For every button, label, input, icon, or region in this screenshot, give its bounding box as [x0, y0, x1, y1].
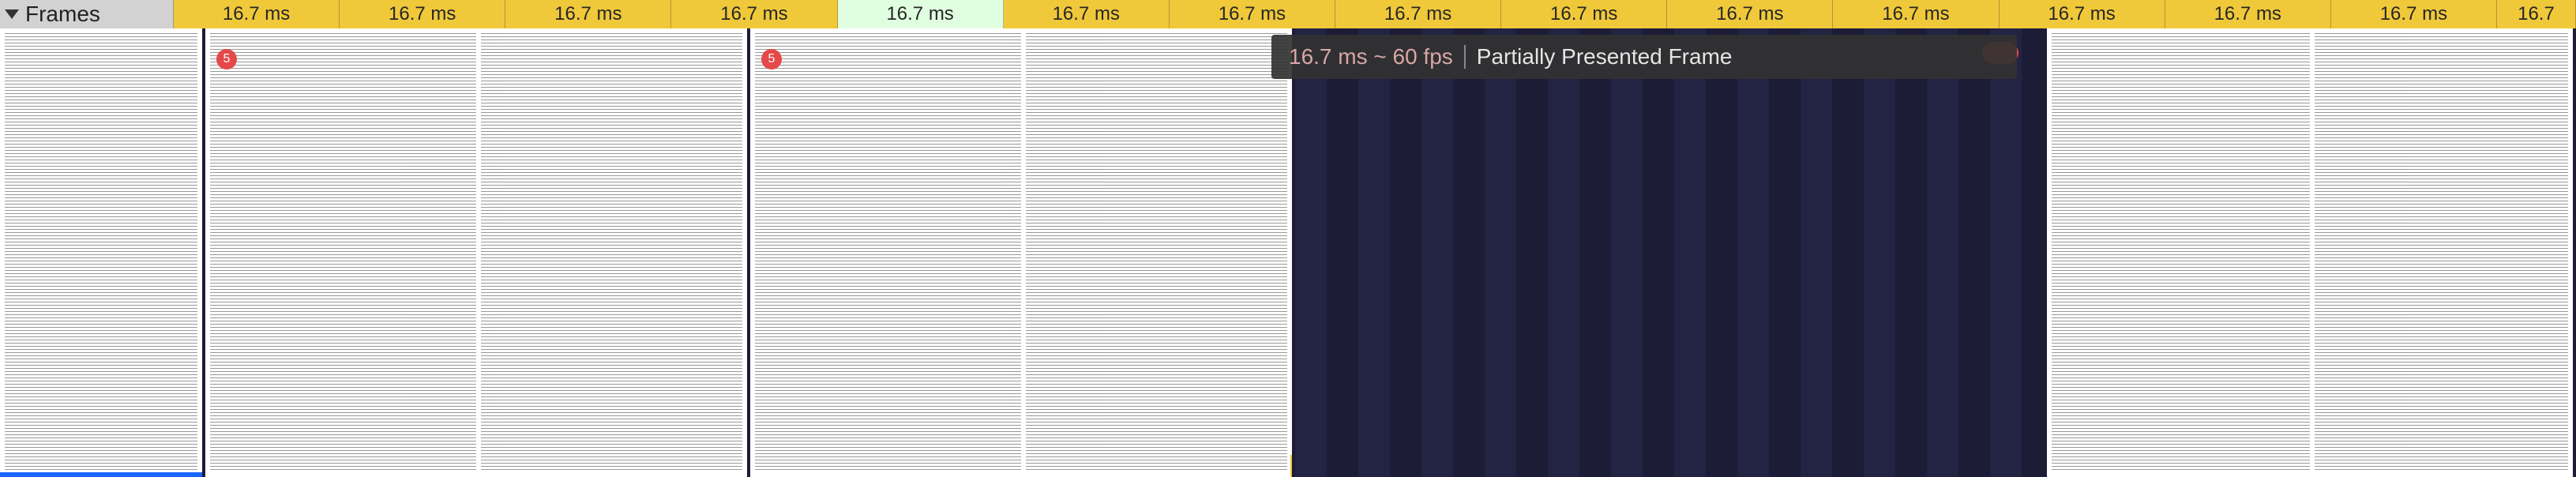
frame-timing: 16.7 ms — [886, 3, 953, 25]
loading-bar — [0, 472, 202, 477]
collapse-triangle-icon[interactable] — [5, 9, 19, 19]
frames-row-title: Frames — [25, 0, 100, 28]
frames-row[interactable]: Frames 16.7 ms 16.7 ms 16.7 ms 16.7 ms 1… — [0, 0, 2576, 28]
frame-timing: 16.7 ms — [1550, 3, 1617, 25]
frame-cell[interactable]: 16.7 ms — [505, 0, 671, 28]
frame-timing: 16.7 ms — [1384, 3, 1451, 25]
frame-timing: 16.7 ms — [1716, 3, 1783, 25]
marker-badge-icon: 5 — [761, 49, 782, 69]
screenshot-thumbnail[interactable] — [0, 28, 205, 477]
frame-cell[interactable]: 16.7 — [2497, 0, 2576, 28]
frame-timing: 16.7 ms — [1053, 3, 1120, 25]
page-text-preview — [210, 33, 742, 472]
screenshot-thumbnail[interactable]: 5 — [205, 28, 750, 477]
frame-timing: 16.7 ms — [1882, 3, 1949, 25]
frame-tooltip: 16.7 ms ~ 60 fps Partially Presented Fra… — [1271, 35, 2017, 79]
frame-cell[interactable]: 16.7 ms — [2165, 0, 2331, 28]
tooltip-timing: 16.7 ms ~ 60 fps — [1289, 44, 1453, 69]
frame-cell[interactable]: 16.7 ms — [1170, 0, 1335, 28]
frame-cell[interactable]: 16.7 ms — [2331, 0, 2497, 28]
frame-timing: 16.7 — [2518, 3, 2555, 25]
page-text-preview — [5, 33, 197, 472]
frame-cell[interactable]: 16.7 ms — [1667, 0, 1833, 28]
frame-cell[interactable]: 16.7 ms — [1833, 0, 1999, 28]
frame-cell[interactable]: 16.7 ms — [174, 0, 340, 28]
frame-cell[interactable]: 16.7 ms — [838, 0, 1004, 28]
frame-cell[interactable]: 16.7 ms — [2000, 0, 2165, 28]
frame-cell[interactable]: 16.7 ms — [1335, 0, 1501, 28]
frame-timing: 16.7 ms — [389, 3, 456, 25]
frame-timing: 16.7 ms — [554, 3, 621, 25]
frame-cell[interactable]: 16.7 ms — [671, 0, 837, 28]
page-text-preview — [755, 33, 1287, 472]
tooltip-divider-icon — [1464, 45, 1466, 69]
frame-timing: 16.7 ms — [1219, 3, 1286, 25]
page-text-preview — [2052, 33, 2568, 472]
screenshot-thumbnail[interactable]: 5 — [750, 28, 1295, 477]
frame-cell[interactable]: 16.7 ms — [1004, 0, 1170, 28]
frame-timing: 16.7 ms — [720, 3, 787, 25]
marker-badge-icon: 5 — [216, 49, 237, 69]
frame-timing: 16.7 ms — [2380, 3, 2447, 25]
empty-timeline-region[interactable] — [1295, 28, 2047, 477]
frame-cell[interactable]: 16.7 ms — [340, 0, 505, 28]
screenshots-row[interactable]: 5 5 — [0, 28, 2576, 477]
frames-row-label[interactable]: Frames — [0, 0, 174, 28]
frame-timing: 16.7 ms — [2048, 3, 2115, 25]
frame-timing: 16.7 ms — [2214, 3, 2281, 25]
tooltip-status: Partially Presented Frame — [1477, 44, 1733, 69]
screenshot-thumbnail[interactable] — [2047, 28, 2576, 477]
frame-divider-tick — [1290, 455, 1294, 477]
frame-timing: 16.7 ms — [223, 3, 290, 25]
frame-cell[interactable]: 16.7 ms — [1501, 0, 1667, 28]
